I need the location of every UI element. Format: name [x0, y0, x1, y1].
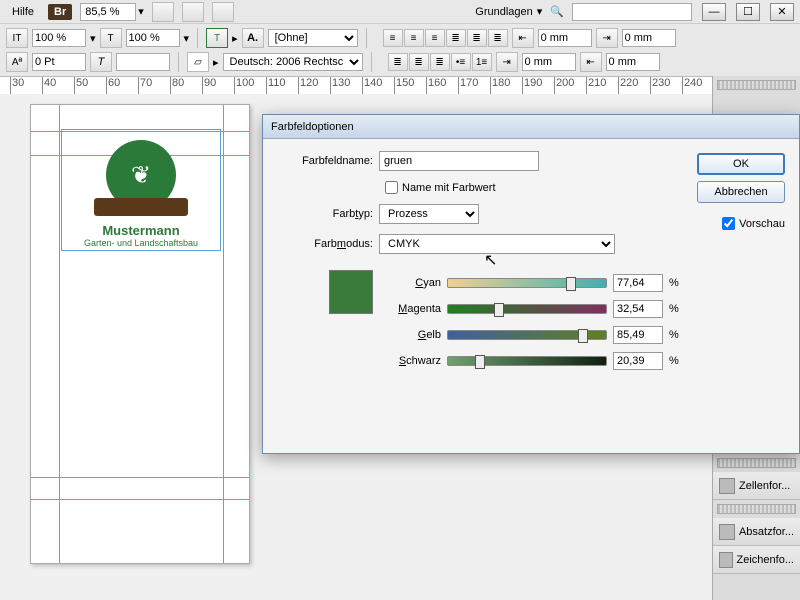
indent-right-input[interactable] — [522, 53, 576, 71]
panel-cell-styles[interactable]: Zellenfor... — [713, 472, 800, 500]
swatch-options-dialog: Farbfeldoptionen Farbfeldname: Name mit … — [262, 114, 800, 454]
align-away-icon[interactable]: ≣ — [430, 53, 450, 71]
color-type-select[interactable]: Prozess — [379, 204, 479, 224]
brand-text: Mustermann Garten- und Landschaftsbau — [71, 223, 211, 248]
close-button[interactable]: ✕ — [770, 3, 794, 21]
char-color-icon[interactable]: T — [206, 28, 228, 48]
slider-handle[interactable] — [578, 329, 588, 343]
preview-checkbox[interactable]: Vorschau — [697, 217, 785, 230]
color-mode-select[interactable]: CMYK — [379, 234, 615, 254]
slider-label: Gelb — [387, 329, 441, 341]
baseline-input[interactable] — [32, 53, 86, 71]
indent-last-icon[interactable]: ⇤ — [580, 52, 602, 72]
slider-label: Cyan — [387, 277, 441, 289]
indent-left-icon[interactable]: ⇤ — [512, 28, 534, 48]
slider-handle[interactable] — [494, 303, 504, 317]
slider-value-input[interactable] — [613, 274, 663, 292]
help-menu[interactable]: Hilfe — [6, 4, 40, 20]
screen-mode-icon[interactable] — [182, 2, 204, 22]
slider-value-input[interactable] — [613, 300, 663, 318]
percent-label: % — [669, 277, 681, 289]
slider-value-input[interactable] — [613, 326, 663, 344]
workspace-switcher[interactable]: Grundlagen▾ — [475, 5, 542, 18]
scale-h-input[interactable] — [32, 29, 86, 47]
tree-icon: ❦ — [131, 161, 151, 190]
paragraph-icon — [719, 524, 735, 540]
horizontal-ruler[interactable]: 3040506070809010011012013014015016017018… — [0, 77, 800, 95]
slider-label: Magenta — [387, 303, 441, 315]
justify-all-icon[interactable]: ≣ — [388, 53, 408, 71]
dialog-titlebar[interactable]: Farbfeldoptionen — [263, 115, 799, 139]
slider-track[interactable] — [447, 304, 607, 314]
control-panel: IT ▾ T ▾ T▸ A. [Ohne] ≡ ≡ ≡ ≣ ≣ ≣ ⇤ ⇥ Aª… — [0, 24, 800, 77]
list-number-icon[interactable]: 1≡ — [472, 53, 492, 71]
align-towards-icon[interactable]: ≣ — [409, 53, 429, 71]
indent-first-input[interactable] — [622, 29, 676, 47]
percent-label: % — [669, 329, 681, 341]
cancel-button[interactable]: Abbrechen — [697, 181, 785, 203]
color-type-label: Farbtyp: — [277, 208, 379, 220]
panel-para-styles[interactable]: Absatzfor... — [713, 518, 800, 546]
align-left-icon[interactable]: ≡ — [383, 29, 403, 47]
color-swatch-preview — [329, 270, 373, 314]
indent-right-icon[interactable]: ⇥ — [496, 52, 518, 72]
dock-grip[interactable] — [717, 504, 796, 514]
maximize-button[interactable]: ☐ — [736, 3, 760, 21]
indent-left-input[interactable] — [538, 29, 592, 47]
dropdown-icon: ▾ — [537, 5, 543, 18]
fill-icon[interactable]: ▱ — [187, 52, 209, 72]
minimize-button[interactable]: — — [702, 3, 726, 21]
search-input[interactable] — [572, 3, 692, 21]
char-style-icon[interactable]: A. — [242, 28, 264, 48]
dropdown-icon[interactable]: ▾ — [138, 5, 144, 18]
swatch-name-input[interactable] — [379, 151, 539, 171]
arrange-icon[interactable] — [212, 2, 234, 22]
slider-handle[interactable] — [566, 277, 576, 291]
dock-grip[interactable] — [717, 80, 796, 90]
slider-track[interactable] — [447, 356, 607, 366]
slider-handle[interactable] — [475, 355, 485, 369]
vertical-scale-icon[interactable]: T — [100, 28, 122, 48]
zoom-input[interactable] — [80, 3, 136, 21]
justify-left-icon[interactable]: ≣ — [446, 29, 466, 47]
color-mode-label: Farbmodus: — [277, 238, 379, 250]
char-style-select[interactable]: [Ohne] — [268, 29, 358, 47]
align-right-icon[interactable]: ≡ — [425, 29, 445, 47]
slider-track[interactable] — [447, 278, 607, 288]
percent-label: % — [669, 303, 681, 315]
slider-track[interactable] — [447, 330, 607, 340]
view-options-icon[interactable] — [152, 2, 174, 22]
app-menubar: Hilfe Br ▾ Grundlagen▾ 🔍 — ☐ ✕ — [0, 0, 800, 24]
ok-button[interactable]: OK — [697, 153, 785, 175]
skew-icon[interactable]: T — [90, 52, 112, 72]
zoom-control[interactable]: ▾ — [80, 3, 144, 21]
horizontal-scale-icon[interactable]: IT — [6, 28, 28, 48]
justify-right-icon[interactable]: ≣ — [488, 29, 508, 47]
align-center-icon[interactable]: ≡ — [404, 29, 424, 47]
justify-center-icon[interactable]: ≣ — [467, 29, 487, 47]
character-icon — [719, 552, 733, 568]
skew-input[interactable] — [116, 53, 170, 71]
scale-v-input[interactable] — [126, 29, 180, 47]
search-icon: 🔍 — [550, 5, 564, 18]
dock-grip[interactable] — [717, 458, 796, 468]
panel-char-styles[interactable]: Zeichenfo... — [713, 546, 800, 574]
table-icon — [719, 478, 735, 494]
slider-value-input[interactable] — [613, 352, 663, 370]
list-bullet-icon[interactable]: •≡ — [451, 53, 471, 71]
indent-last-input[interactable] — [606, 53, 660, 71]
paragraph-align-group: ≡ ≡ ≡ ≣ ≣ ≣ — [383, 29, 508, 47]
logo-graphic: ❦ — [93, 135, 189, 215]
slider-label: Schwarz — [387, 355, 441, 367]
percent-label: % — [669, 355, 681, 367]
page: ❦ Mustermann Garten- und Landschaftsbau — [30, 104, 250, 564]
justify-group: ≣ ≣ ≣ •≡ 1≡ — [388, 53, 492, 71]
baseline-shift-icon[interactable]: Aª — [6, 52, 28, 72]
swatch-name-label: Farbfeldname: — [277, 155, 379, 167]
indent-firstline-icon[interactable]: ⇥ — [596, 28, 618, 48]
bridge-badge[interactable]: Br — [48, 4, 72, 20]
language-select[interactable]: Deutsch: 2006 Rechtschreib — [223, 53, 363, 71]
